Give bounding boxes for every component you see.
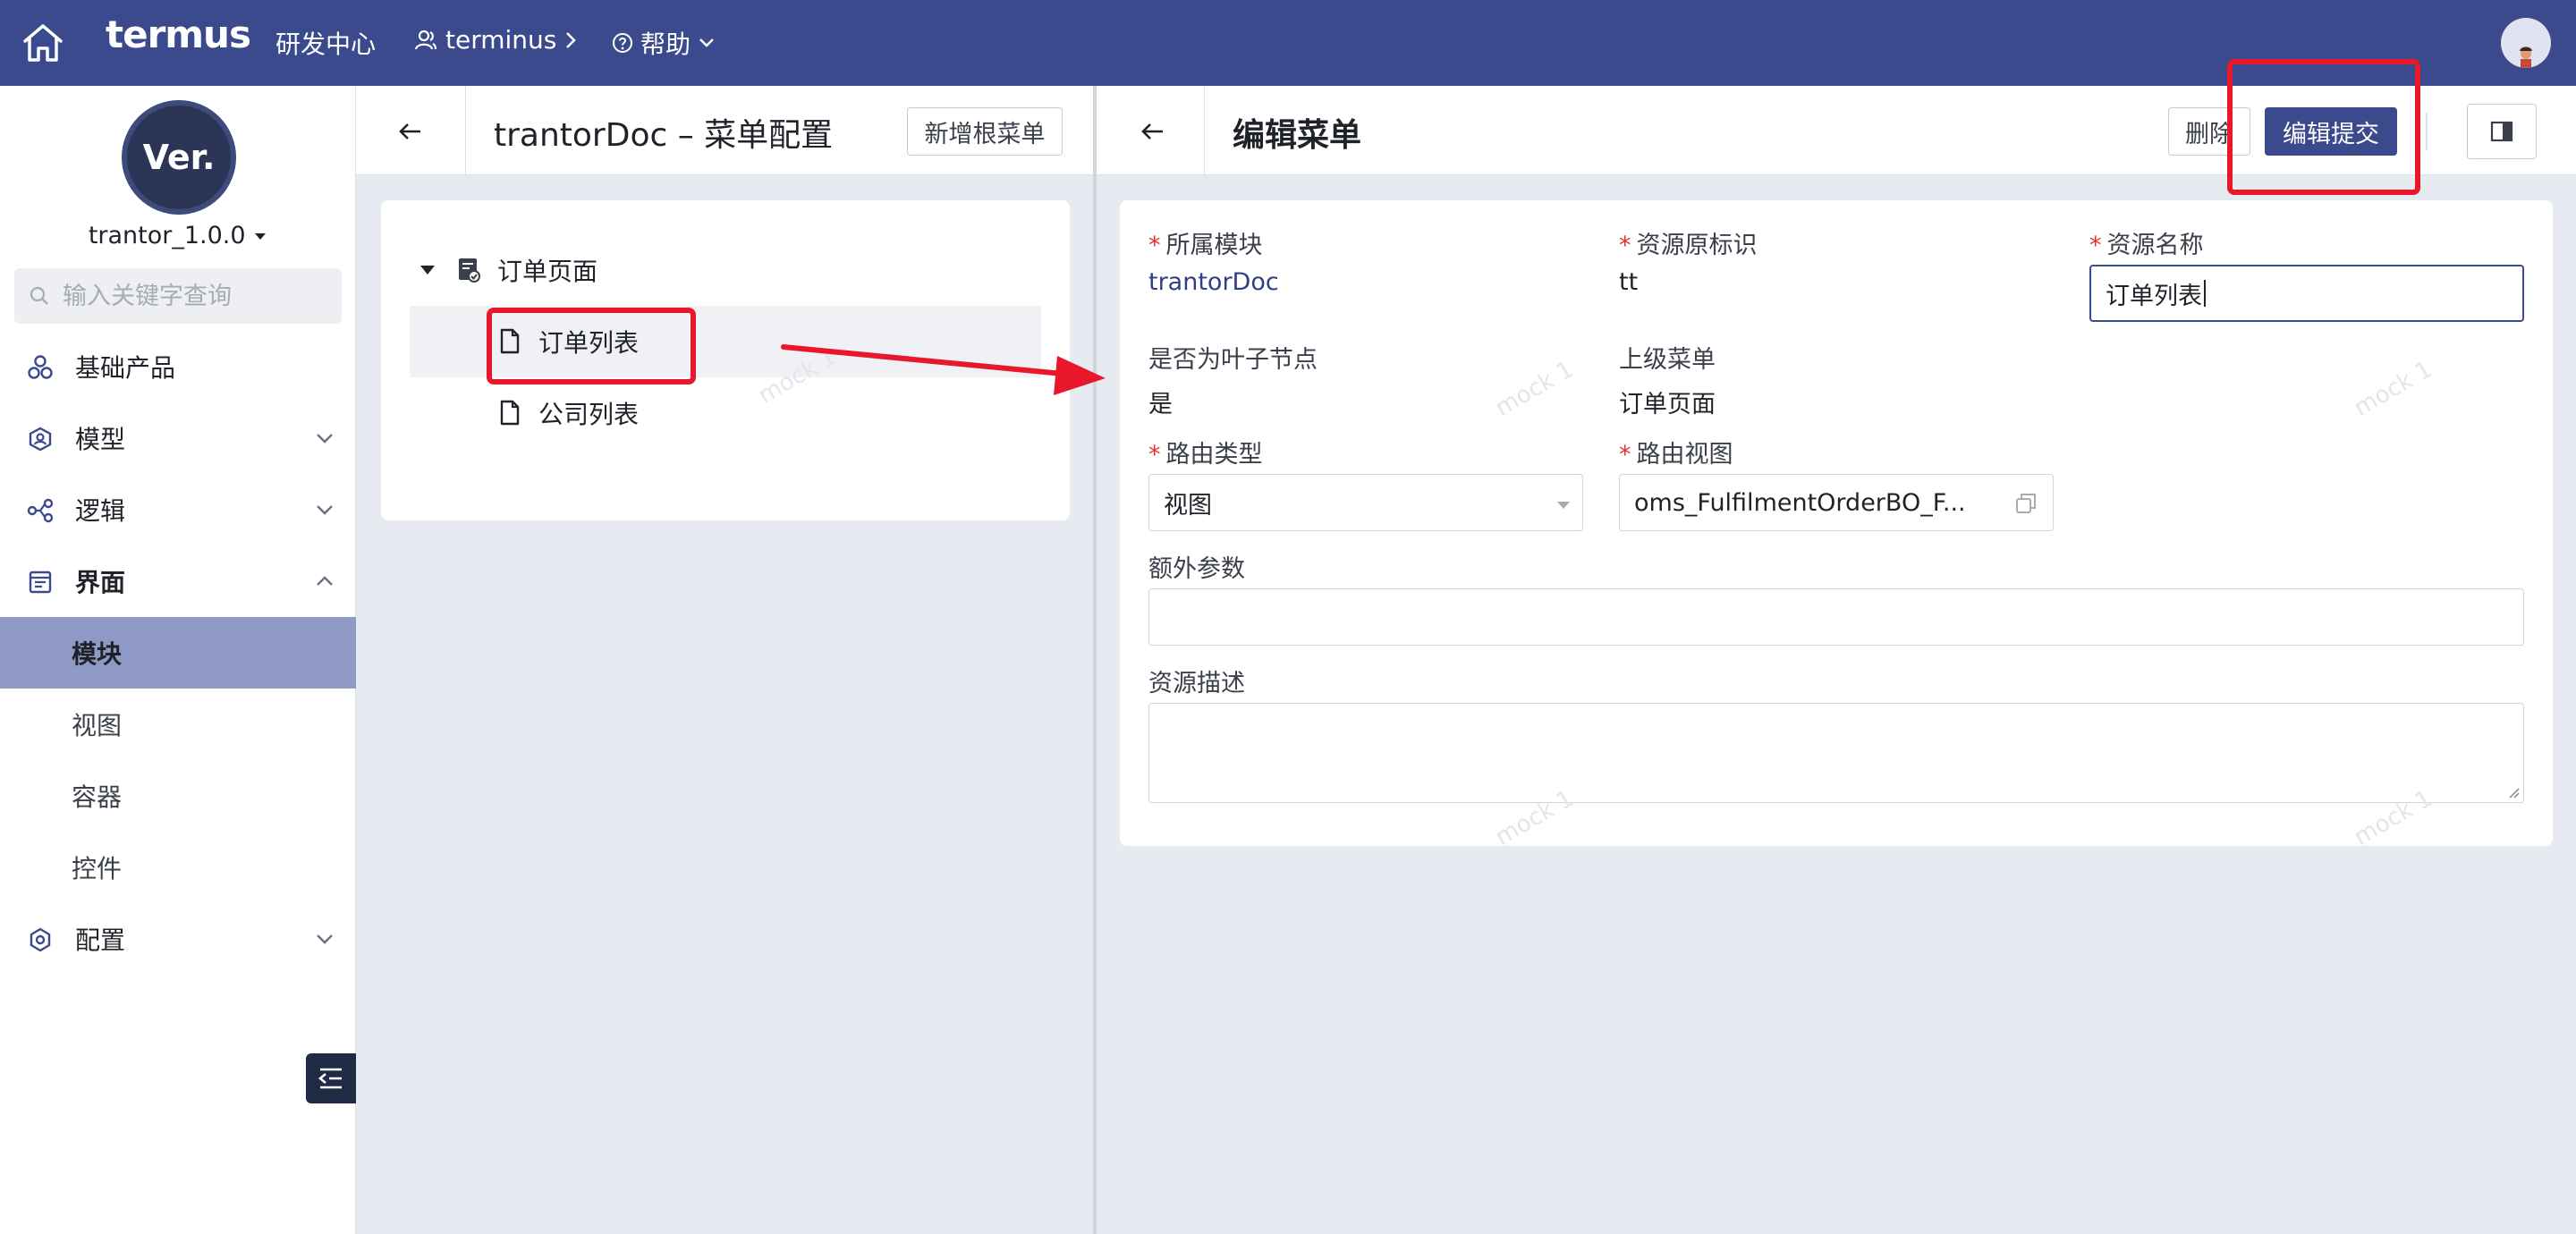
resource-key-value: tt xyxy=(1619,268,1639,296)
description-label: 资源描述 xyxy=(1148,670,1245,697)
route-type-select[interactable]: 视图 xyxy=(1148,474,1583,531)
panel-title: 编辑菜单 xyxy=(1233,117,1362,154)
chevron-down-icon xyxy=(317,434,333,444)
back-arrow-icon[interactable] xyxy=(394,118,429,145)
sidebar: Ver. trantor_1.0.0 基础产品 模型 逻辑 界面 模块 视图 容… xyxy=(0,86,356,1234)
avatar[interactable] xyxy=(2501,18,2551,68)
tree-node-root[interactable]: 订单页面 xyxy=(410,234,1027,306)
resource-name-label: * 资源名称 xyxy=(2089,232,2204,259)
user-group-icon xyxy=(414,30,437,49)
help-menu[interactable]: 帮助 xyxy=(612,25,716,61)
chevron-down-icon xyxy=(317,934,333,944)
menu-fold-icon xyxy=(318,1068,342,1089)
tree-node-label: 订单页面 xyxy=(497,257,598,286)
sidebar-item-label: 配置 xyxy=(75,926,126,955)
chevron-down-icon xyxy=(317,505,333,515)
resize-handle-icon[interactable] xyxy=(2506,785,2521,799)
version-badge: Ver. xyxy=(122,100,236,215)
help-label: 帮助 xyxy=(640,30,691,59)
sidebar-item-basic-products[interactable]: 基础产品 xyxy=(0,331,356,402)
toggle-panel-button[interactable] xyxy=(2467,104,2537,159)
copy-icon[interactable] xyxy=(2013,491,2038,516)
search-icon xyxy=(30,286,48,305)
section-label[interactable]: 研发中心 xyxy=(275,25,376,61)
description-textarea[interactable] xyxy=(1148,703,2524,803)
sidebar-item-interface[interactable]: 界面 xyxy=(0,545,356,617)
panel-divider[interactable] xyxy=(1093,86,1097,1234)
panel-right-icon xyxy=(2490,121,2513,142)
text-cursor xyxy=(2204,280,2206,307)
is-leaf-value: 是 xyxy=(1148,391,1173,418)
caret-down-icon xyxy=(420,266,435,275)
module-label: * 所属模块 xyxy=(1148,232,1263,259)
parent-menu-value: 订单页面 xyxy=(1619,391,1716,418)
watermark: mock 1 xyxy=(2349,356,2437,422)
annotation-highlight-tree-node xyxy=(487,308,696,385)
menu-config-header: trantorDoc – 菜单配置 新增根菜单 xyxy=(356,86,1095,175)
logic-icon xyxy=(27,498,54,523)
model-icon xyxy=(29,427,52,452)
caret-down-icon xyxy=(255,232,267,240)
extra-params-input[interactable] xyxy=(1148,588,2524,646)
sidebar-subitem-control[interactable]: 控件 xyxy=(0,832,356,903)
top-bar: termus 研发中心 terminus 帮助 xyxy=(0,0,2576,86)
page-title: trantorDoc – 菜单配置 xyxy=(494,117,834,154)
sidebar-item-label: 模型 xyxy=(75,425,126,454)
home-icon[interactable] xyxy=(20,21,66,64)
caret-down-icon xyxy=(1557,502,1570,509)
divider xyxy=(2426,113,2428,150)
parent-menu-label: 上级菜单 xyxy=(1619,346,1716,374)
divider xyxy=(1204,86,1205,175)
route-view-label: * 路由视图 xyxy=(1619,441,1733,469)
chevron-down-icon xyxy=(699,38,714,47)
sidebar-item-config[interactable]: 配置 xyxy=(0,903,356,975)
sidebar-item-label: 界面 xyxy=(75,568,126,597)
module-value[interactable]: trantorDoc xyxy=(1148,268,1279,296)
sidebar-subitem-view[interactable]: 视图 xyxy=(0,689,356,760)
search-box xyxy=(14,268,342,324)
cluster-icon xyxy=(28,355,53,379)
route-type-label: * 路由类型 xyxy=(1148,441,1263,469)
sidebar-subitem-module[interactable]: 模块 xyxy=(0,617,356,689)
file-icon xyxy=(500,400,520,426)
sidebar-item-label: 基础产品 xyxy=(75,353,176,383)
resource-name-input[interactable]: 订单列表 xyxy=(2089,265,2524,322)
chevron-up-icon xyxy=(317,576,333,586)
tree-node-label: 公司列表 xyxy=(538,400,640,429)
extra-params-label: 额外参数 xyxy=(1148,555,1245,583)
collapse-sidebar-button[interactable] xyxy=(306,1053,356,1103)
edit-menu-form: * 所属模块 trantorDoc * 资源原标识 tt * 资源名称 订单列表 是否… xyxy=(1120,200,2553,851)
watermark: mock 1 xyxy=(1490,356,1579,422)
sidebar-subitem-container[interactable]: 容器 xyxy=(0,760,356,832)
workspace-name: terminus xyxy=(445,25,557,55)
add-root-menu-button[interactable]: 新增根菜单 xyxy=(907,107,1063,156)
chevron-right-icon xyxy=(566,31,577,48)
annotation-highlight-submit xyxy=(2227,59,2420,195)
back-arrow-icon[interactable] xyxy=(1136,118,1172,145)
workspace-switcher[interactable]: terminus xyxy=(413,25,578,55)
layout-icon xyxy=(29,571,52,594)
route-view-picker[interactable]: oms_FulfilmentOrderBO_F... xyxy=(1619,474,2054,531)
annotation-arrow xyxy=(781,344,1106,395)
settings-icon xyxy=(30,927,51,952)
sidebar-item-logic[interactable]: 逻辑 xyxy=(0,474,356,545)
logo[interactable]: termus xyxy=(106,13,251,56)
help-circle-icon xyxy=(613,33,632,53)
page-folder-icon xyxy=(459,258,480,283)
sidebar-item-model[interactable]: 模型 xyxy=(0,402,356,474)
search-input[interactable] xyxy=(63,282,322,310)
sidebar-item-label: 逻辑 xyxy=(75,496,126,526)
resource-key-label: * 资源原标识 xyxy=(1619,232,1758,259)
is-leaf-label: 是否为叶子节点 xyxy=(1148,346,1318,374)
divider xyxy=(465,86,466,175)
version-selector[interactable]: trantor_1.0.0 xyxy=(0,222,356,249)
